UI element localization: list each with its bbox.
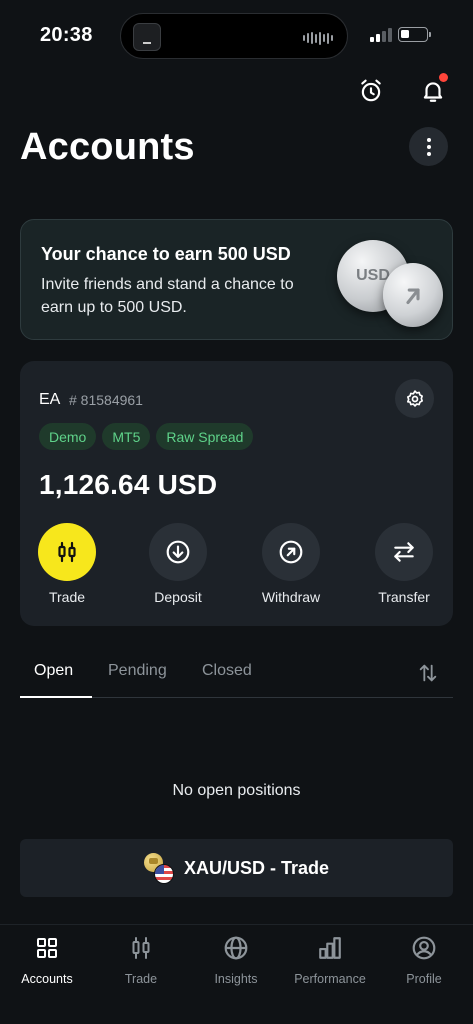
account-settings-button[interactable]	[395, 379, 434, 418]
tab-open[interactable]: Open	[34, 662, 73, 680]
xauusd-pair-icon	[143, 853, 174, 884]
nav-performance-label: Performance	[294, 972, 366, 986]
nav-insights[interactable]: Insights	[189, 935, 283, 986]
referral-promo-banner[interactable]: Your chance to earn 500 USD Invite frien…	[20, 219, 453, 340]
battery-icon	[398, 27, 431, 42]
dynamic-island	[120, 13, 348, 59]
nav-trade-label: Trade	[124, 972, 158, 986]
arrow-up-right-circle-icon	[262, 523, 320, 581]
withdraw-action-button[interactable]: Withdraw	[246, 523, 336, 605]
promo-title: Your chance to earn 500 USD	[41, 244, 291, 264]
nav-profile-label: Profile	[406, 972, 442, 986]
badge-demo: Demo	[39, 423, 97, 450]
candlestick-icon	[38, 523, 96, 581]
badge-account-type: Raw Spread	[156, 423, 254, 450]
status-time: 20:38	[40, 24, 93, 46]
candlestick-icon	[94, 935, 188, 961]
grid-icon	[0, 935, 94, 961]
positions-tabs: Open Pending Closed	[20, 648, 453, 698]
user-circle-icon	[377, 935, 471, 961]
withdraw-action-label: Withdraw	[261, 589, 321, 605]
tab-closed[interactable]: Closed	[202, 662, 252, 680]
notifications-bell-icon[interactable]	[418, 73, 448, 106]
trade-action-button[interactable]: Trade	[22, 523, 112, 605]
transfer-action-label: Transfer	[378, 589, 430, 605]
account-badges: Demo MT5 Raw Spread	[39, 423, 254, 450]
tab-pending[interactable]: Pending	[108, 662, 167, 680]
nav-trade[interactable]: Trade	[94, 935, 188, 986]
nav-profile[interactable]: Profile	[377, 935, 471, 986]
vertical-dots-icon	[426, 137, 431, 156]
status-bar: 20:38	[0, 0, 473, 72]
transfer-action-button[interactable]: Transfer	[359, 523, 449, 605]
account-name: EA	[39, 391, 61, 408]
account-balance: 1,126.64 USD	[39, 469, 218, 500]
sort-icon[interactable]	[417, 662, 439, 689]
alarm-clock-icon[interactable]	[356, 76, 386, 106]
arrow-coin-image	[383, 263, 443, 327]
page-title: Accounts	[20, 126, 195, 168]
xauusd-trade-button[interactable]: XAU/USD - Trade	[20, 839, 453, 897]
nav-insights-label: Insights	[214, 972, 258, 986]
promo-text: Invite friends and stand a chance to ear…	[41, 276, 294, 316]
nav-performance[interactable]: Performance	[283, 935, 377, 986]
arrow-down-circle-icon	[149, 523, 207, 581]
bar-chart-icon	[283, 935, 377, 961]
cellular-signal-icon	[370, 28, 392, 42]
us-flag-icon	[153, 864, 174, 884]
nav-accounts-label: Accounts	[21, 972, 73, 986]
deposit-action-label: Deposit	[154, 589, 202, 605]
transfer-arrows-icon	[375, 523, 433, 581]
active-tab-indicator	[20, 696, 92, 698]
notification-dot	[439, 73, 448, 82]
account-card: EA # 81584961 Demo MT5 Raw Spread 1,126.…	[20, 361, 453, 626]
trade-button-label: XAU/USD - Trade	[183, 857, 330, 878]
account-actions: Trade Deposit Withdraw Transfer	[20, 523, 453, 613]
more-options-button[interactable]	[409, 127, 448, 166]
nav-accounts[interactable]: Accounts	[0, 935, 94, 986]
bottom-navigation: Accounts Trade Insights Performance Prof…	[0, 924, 473, 1024]
badge-platform: MT5	[102, 423, 151, 450]
audio-wave-icon	[303, 31, 333, 45]
empty-positions-message: No open positions	[172, 782, 301, 799]
gear-icon	[406, 389, 423, 407]
media-thumbnail	[133, 23, 161, 51]
trade-action-label: Trade	[48, 589, 86, 605]
deposit-action-button[interactable]: Deposit	[133, 523, 223, 605]
account-number: # 81584961	[69, 392, 143, 408]
globe-icon	[189, 935, 283, 961]
